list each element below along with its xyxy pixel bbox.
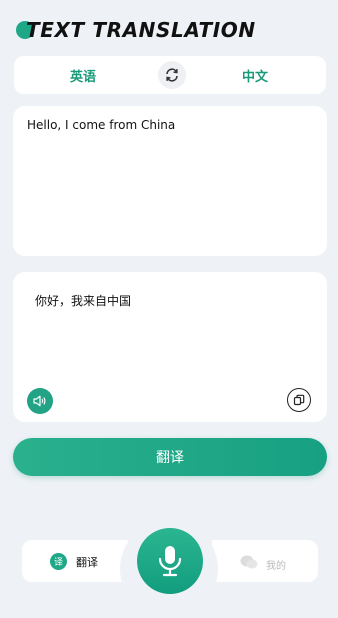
speaker-icon <box>33 395 46 407</box>
microphone-icon <box>158 546 182 577</box>
translate-button[interactable]: 翻译 <box>13 438 327 476</box>
target-language-button[interactable]: 中文 <box>242 66 268 85</box>
tab-translate[interactable]: 译 翻译 <box>22 540 128 582</box>
tab-mine[interactable]: 我的 <box>212 540 318 582</box>
translation-result-card: 你好，我来自中国 <box>13 272 327 422</box>
voice-input-button[interactable] <box>137 528 203 594</box>
tab-translate-label: 翻译 <box>76 556 98 569</box>
chat-bubble-icon <box>240 555 258 569</box>
source-language-button[interactable]: 英语 <box>70 66 96 85</box>
source-text[interactable]: Hello, I come from China <box>27 118 175 132</box>
copy-button[interactable] <box>287 388 311 412</box>
header: TEXT TRANSLATION <box>16 18 316 46</box>
source-text-area[interactable]: Hello, I come from China <box>13 106 327 256</box>
translate-tab-icon: 译 <box>50 553 67 570</box>
swap-icon <box>166 68 178 82</box>
app-title: TEXT TRANSLATION <box>26 18 256 42</box>
swap-languages-button[interactable] <box>158 61 186 89</box>
language-selector: 英语 中文 <box>14 56 326 94</box>
tab-mine-label: 我的 <box>266 561 286 572</box>
copy-icon <box>293 394 305 406</box>
translated-text: 你好，我来自中国 <box>35 294 132 308</box>
speak-button[interactable] <box>27 388 53 414</box>
